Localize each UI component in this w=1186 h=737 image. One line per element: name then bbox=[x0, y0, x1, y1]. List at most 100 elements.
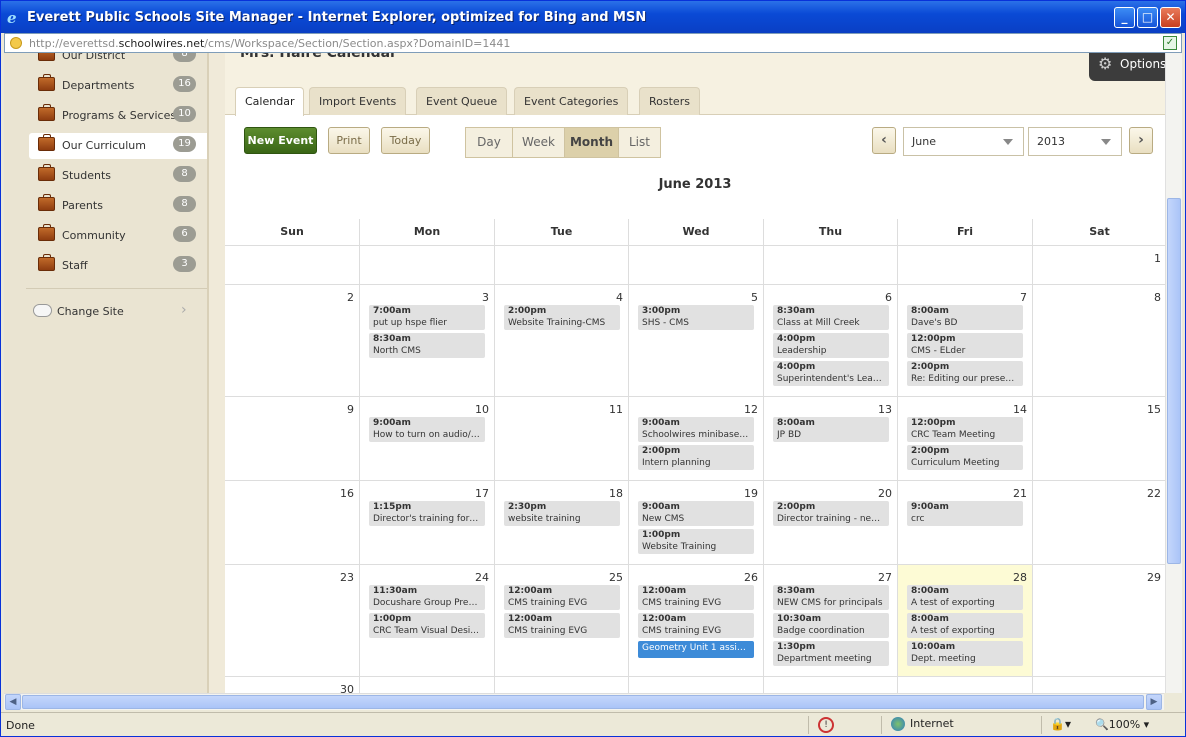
day-cell[interactable]: 13 8:00am JP BD bbox=[763, 396, 897, 480]
sidebar-item-community[interactable]: Community 6 bbox=[29, 223, 207, 249]
year-select[interactable]: 2013 bbox=[1028, 127, 1122, 156]
day-cell-today[interactable]: 28 8:00am A test of exporting 8:00am A test … bbox=[897, 564, 1032, 676]
day-cell[interactable] bbox=[763, 245, 897, 284]
day-cell[interactable]: 23 bbox=[225, 564, 359, 676]
sidebar-item-students[interactable]: Students 8 bbox=[29, 163, 207, 189]
calendar-event[interactable]: 2:00pm Director training - new... bbox=[773, 501, 889, 526]
day-cell[interactable] bbox=[225, 245, 359, 284]
sidebar-item-parents[interactable]: Parents 8 bbox=[29, 193, 207, 219]
calendar-event[interactable]: 10:00am Dept. meeting bbox=[907, 641, 1023, 666]
calendar-event[interactable]: 3:00pm SHS - CMS bbox=[638, 305, 754, 330]
calendar-event[interactable]: 12:00am CMS training EVG bbox=[504, 585, 620, 610]
calendar-event[interactable]: 12:00am CMS training EVG bbox=[504, 613, 620, 638]
tab-import-events[interactable]: Import Events bbox=[309, 87, 407, 115]
calendar-event[interactable]: 4:00pm Leadership bbox=[773, 333, 889, 358]
zoom-control[interactable]: 🔍100% ▾ bbox=[1095, 718, 1149, 731]
change-site-link[interactable]: Change Site › bbox=[30, 302, 200, 321]
address-bar[interactable]: http://everettsd.schoolwires.net/cms/Wor… bbox=[4, 33, 1182, 53]
day-cell[interactable]: 5 3:00pm SHS - CMS bbox=[628, 284, 763, 396]
calendar-event[interactable]: 2:00pm Re: Editing our present... bbox=[907, 361, 1023, 386]
next-month-button[interactable]: › bbox=[1129, 127, 1153, 154]
day-cell[interactable]: 20 2:00pm Director training - new... bbox=[763, 480, 897, 564]
day-cell[interactable]: 17 1:15pm Director's training for n... bbox=[359, 480, 494, 564]
calendar-event[interactable]: 2:00pm Website Training-CMS bbox=[504, 305, 620, 330]
horizontal-scrollbar[interactable]: ◀ ▶ bbox=[4, 693, 1164, 710]
sidebar-item-staff[interactable]: Staff 3 bbox=[29, 253, 207, 279]
calendar-event[interactable]: 2:30pm website training bbox=[504, 501, 620, 526]
day-cell[interactable] bbox=[763, 676, 897, 693]
today-button[interactable]: Today bbox=[381, 127, 430, 154]
calendar-event[interactable]: 1:15pm Director's training for n... bbox=[369, 501, 485, 526]
view-day-button[interactable]: Day bbox=[465, 127, 513, 158]
view-month-button[interactable]: Month bbox=[564, 127, 619, 158]
day-cell[interactable]: 19 9:00am New CMS 1:00pm Website Training bbox=[628, 480, 763, 564]
day-cell[interactable] bbox=[897, 245, 1032, 284]
tab-event-queue[interactable]: Event Queue bbox=[416, 87, 508, 115]
close-button[interactable]: ✕ bbox=[1160, 7, 1181, 28]
privacy-icon[interactable]: ! bbox=[818, 717, 834, 733]
calendar-event[interactable]: 12:00am CMS training EVG bbox=[638, 585, 754, 610]
calendar-event[interactable]: 9:00am New CMS bbox=[638, 501, 754, 526]
day-cell[interactable] bbox=[359, 676, 494, 693]
day-cell[interactable]: 2 bbox=[225, 284, 359, 396]
day-cell[interactable] bbox=[897, 676, 1032, 693]
day-cell[interactable]: 10 9:00am How to turn on audio/vi... bbox=[359, 396, 494, 480]
scroll-left-icon[interactable]: ◀ bbox=[5, 694, 21, 710]
calendar-event[interactable]: 11:30am Docushare Group Prep... bbox=[369, 585, 485, 610]
calendar-event[interactable]: 7:00am put up hspe flier bbox=[369, 305, 485, 330]
calendar-event[interactable]: 2:00pm Curriculum Meeting bbox=[907, 445, 1023, 470]
calendar-event[interactable]: 8:00am JP BD bbox=[773, 417, 889, 442]
print-button[interactable]: Print bbox=[328, 127, 370, 154]
day-cell[interactable]: 25 12:00am CMS training EVG 12:00am CMS trai… bbox=[494, 564, 628, 676]
day-cell[interactable]: 30 bbox=[225, 676, 359, 693]
sidebar-item-our-curriculum[interactable]: Our Curriculum 19 bbox=[29, 133, 207, 159]
calendar-event[interactable]: 4:00pm Superintendent's Leade... bbox=[773, 361, 889, 386]
calendar-event[interactable]: 8:30am Class at Mill Creek bbox=[773, 305, 889, 330]
sidebar-item-departments[interactable]: Departments 16 bbox=[29, 73, 207, 99]
calendar-event[interactable]: 9:00am Schoolwires minibase tr... bbox=[638, 417, 754, 442]
prev-month-button[interactable]: ‹ bbox=[872, 127, 896, 154]
vertical-scrollbar[interactable] bbox=[1165, 53, 1182, 693]
protected-mode-icon[interactable]: 🔒▾ bbox=[1050, 717, 1071, 731]
view-list-button[interactable]: List bbox=[618, 127, 661, 158]
calendar-event[interactable]: 1:30pm Department meeting bbox=[773, 641, 889, 666]
day-cell[interactable] bbox=[628, 245, 763, 284]
day-cell[interactable]: 21 9:00am crc bbox=[897, 480, 1032, 564]
calendar-event[interactable]: 9:00am crc bbox=[907, 501, 1023, 526]
day-cell[interactable]: 11 bbox=[494, 396, 628, 480]
calendar-event[interactable]: 1:00pm CRC Team Visual Desi... bbox=[369, 613, 485, 638]
day-cell[interactable]: 12 9:00am Schoolwires minibase tr... 2:00pm… bbox=[628, 396, 763, 480]
calendar-event[interactable]: 8:30am NEW CMS for principals bbox=[773, 585, 889, 610]
calendar-event[interactable]: 8:00am A test of exporting bbox=[907, 585, 1023, 610]
calendar-event[interactable]: 1:00pm Website Training bbox=[638, 529, 754, 554]
day-cell[interactable]: 3 7:00am put up hspe flier 8:30am North CMS bbox=[359, 284, 494, 396]
day-cell[interactable] bbox=[494, 676, 628, 693]
minimize-button[interactable]: _ bbox=[1114, 7, 1135, 28]
day-cell[interactable] bbox=[494, 245, 628, 284]
calendar-event[interactable]: 8:00am A test of exporting bbox=[907, 613, 1023, 638]
calendar-event[interactable]: 12:00pm CRC Team Meeting bbox=[907, 417, 1023, 442]
day-cell[interactable]: 29 bbox=[1032, 564, 1165, 676]
day-cell[interactable]: 24 11:30am Docushare Group Prep... 1:00pm CR… bbox=[359, 564, 494, 676]
day-cell[interactable]: 1 bbox=[1032, 245, 1165, 284]
maximize-button[interactable]: □ bbox=[1137, 7, 1158, 28]
day-cell[interactable]: 8 bbox=[1032, 284, 1165, 396]
options-button[interactable]: ⚙ Options bbox=[1089, 53, 1165, 81]
address-url[interactable]: http://everettsd.schoolwires.net/cms/Wor… bbox=[29, 37, 510, 50]
month-select[interactable]: June bbox=[903, 127, 1024, 156]
sidebar-item-programs-services[interactable]: Programs & Services 10 bbox=[29, 103, 207, 129]
day-cell[interactable]: 7 8:00am Dave's BD 12:00pm CMS - ELder 2:00pm… bbox=[897, 284, 1032, 396]
day-cell[interactable]: 6 8:30am Class at Mill Creek 4:00pm Leadersh… bbox=[763, 284, 897, 396]
sidebar-item-our-district[interactable]: Our District 8 bbox=[29, 53, 207, 69]
compat-view-icon[interactable]: ✓ bbox=[1163, 36, 1177, 50]
day-cell[interactable]: 9 bbox=[225, 396, 359, 480]
day-cell[interactable]: 26 12:00am CMS training EVG 12:00am CMS trai… bbox=[628, 564, 763, 676]
day-cell[interactable] bbox=[1032, 676, 1165, 693]
day-cell[interactable]: 22 bbox=[1032, 480, 1165, 564]
day-cell[interactable]: 15 bbox=[1032, 396, 1165, 480]
scroll-right-icon[interactable]: ▶ bbox=[1146, 694, 1162, 710]
day-cell[interactable]: 14 12:00pm CRC Team Meeting 2:00pm Curriculu… bbox=[897, 396, 1032, 480]
calendar-event[interactable]: 10:30am Badge coordination bbox=[773, 613, 889, 638]
scroll-thumb[interactable] bbox=[22, 695, 1144, 709]
day-cell[interactable]: 4 2:00pm Website Training-CMS bbox=[494, 284, 628, 396]
